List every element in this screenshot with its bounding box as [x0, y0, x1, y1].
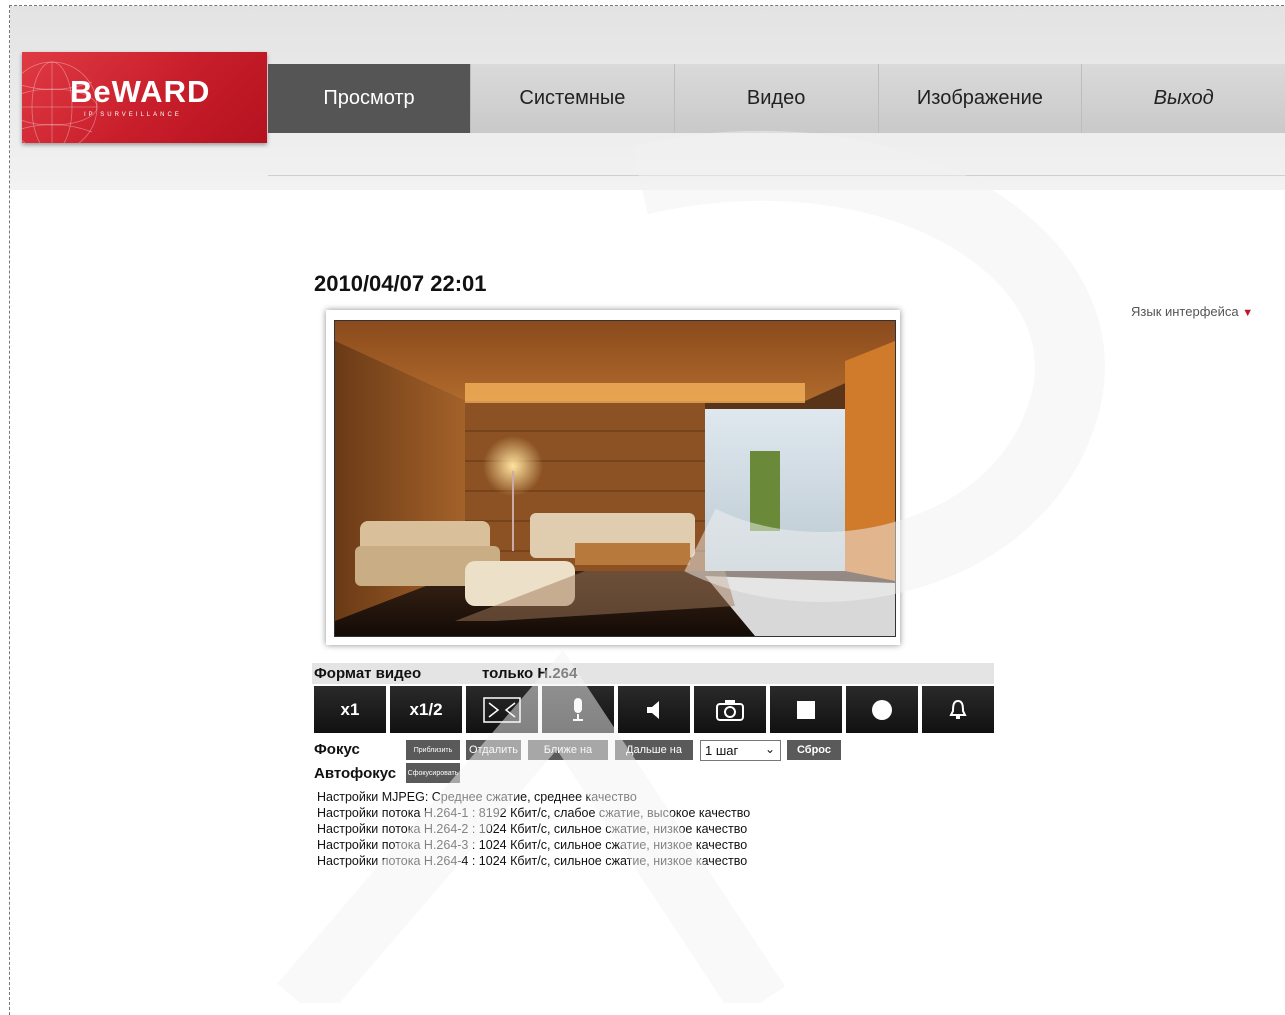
list-item: Настройки потока H.264-4 : 1024 Кбит/с, … [317, 854, 748, 868]
snapshot-button[interactable] [694, 686, 766, 733]
stop-icon [797, 700, 815, 719]
focus-reset-button[interactable]: Сброс [787, 740, 841, 760]
tab-logout[interactable]: Выход [1081, 64, 1285, 133]
alarm-bell-icon [949, 699, 967, 719]
video-container [326, 310, 900, 645]
main-nav: Просмотр Системные Видео Изображение Вых… [268, 64, 1285, 133]
record-icon [872, 699, 892, 720]
brand-logo[interactable]: BeWARD IP SURVEILLANCE [22, 52, 267, 143]
camera-snapshot-icon [716, 699, 744, 721]
list-item: Настройки MJPEG: Среднее сжатие, среднее… [317, 790, 637, 804]
list-item: Настройки потока H.264-3 : 1024 Кбит/с, … [317, 838, 748, 852]
focus-step-value: 1 шаг [705, 743, 739, 758]
zoom-in-button[interactable]: Приблизить [406, 740, 460, 760]
microphone-button[interactable] [542, 686, 614, 733]
autofocus-button[interactable]: Сфокусировать [406, 763, 460, 783]
live-video[interactable] [334, 320, 896, 637]
focus-label: Фокус [314, 741, 360, 758]
video-timestamp: 2010/04/07 22:01 [314, 271, 487, 296]
stop-button[interactable] [770, 686, 842, 733]
brand-name: BeWARD [70, 74, 211, 109]
video-format-label: Формат видео [314, 665, 422, 682]
speaker-button[interactable] [618, 686, 690, 733]
tab-image[interactable]: Изображение [877, 64, 1082, 133]
chevron-down-icon: ⌄ [764, 742, 775, 756]
language-label: Язык интерфейса [1131, 304, 1239, 319]
focus-far-button[interactable]: Дальше на [615, 740, 693, 760]
zoom-half-button[interactable]: x1/2 [390, 686, 462, 733]
microphone-icon [573, 697, 583, 721]
tab-system[interactable]: Системные [470, 64, 674, 133]
zoom-x1-button[interactable]: x1 [314, 686, 386, 733]
list-item: Настройки потока H.264-1 : 8192 Кбит/с, … [317, 806, 751, 820]
video-format-bar: Формат видео только H.264 [312, 663, 994, 684]
video-format-value: только H.264 [482, 665, 578, 682]
list-item: Настройки потока H.264-2 : 1024 Кбит/с, … [317, 822, 748, 836]
record-button[interactable] [846, 686, 918, 733]
tab-video[interactable]: Видео [673, 64, 878, 133]
triangle-down-icon: ▼ [1242, 307, 1254, 319]
tab-view[interactable]: Просмотр [268, 64, 470, 133]
alarm-button[interactable] [922, 686, 994, 733]
player-controls: x1 x1/2 [314, 686, 994, 733]
focus-near-button[interactable]: Ближе на [528, 740, 608, 760]
zoom-out-button[interactable]: Отдалить [466, 740, 521, 760]
fullscreen-button[interactable] [466, 686, 538, 733]
fullscreen-icon [483, 696, 521, 723]
brand-tagline: IP SURVEILLANCE [84, 112, 182, 118]
focus-step-select[interactable]: 1 шаг ⌄ [700, 740, 781, 761]
speaker-icon [647, 700, 659, 719]
stream-settings-list: Настройки MJPEG: Среднее сжатие, среднее… [317, 789, 750, 869]
autofocus-label: Автофокус [314, 765, 397, 782]
header-divider [268, 175, 1285, 176]
language-selector[interactable]: Язык интерфейса ▼ [1131, 304, 1253, 319]
